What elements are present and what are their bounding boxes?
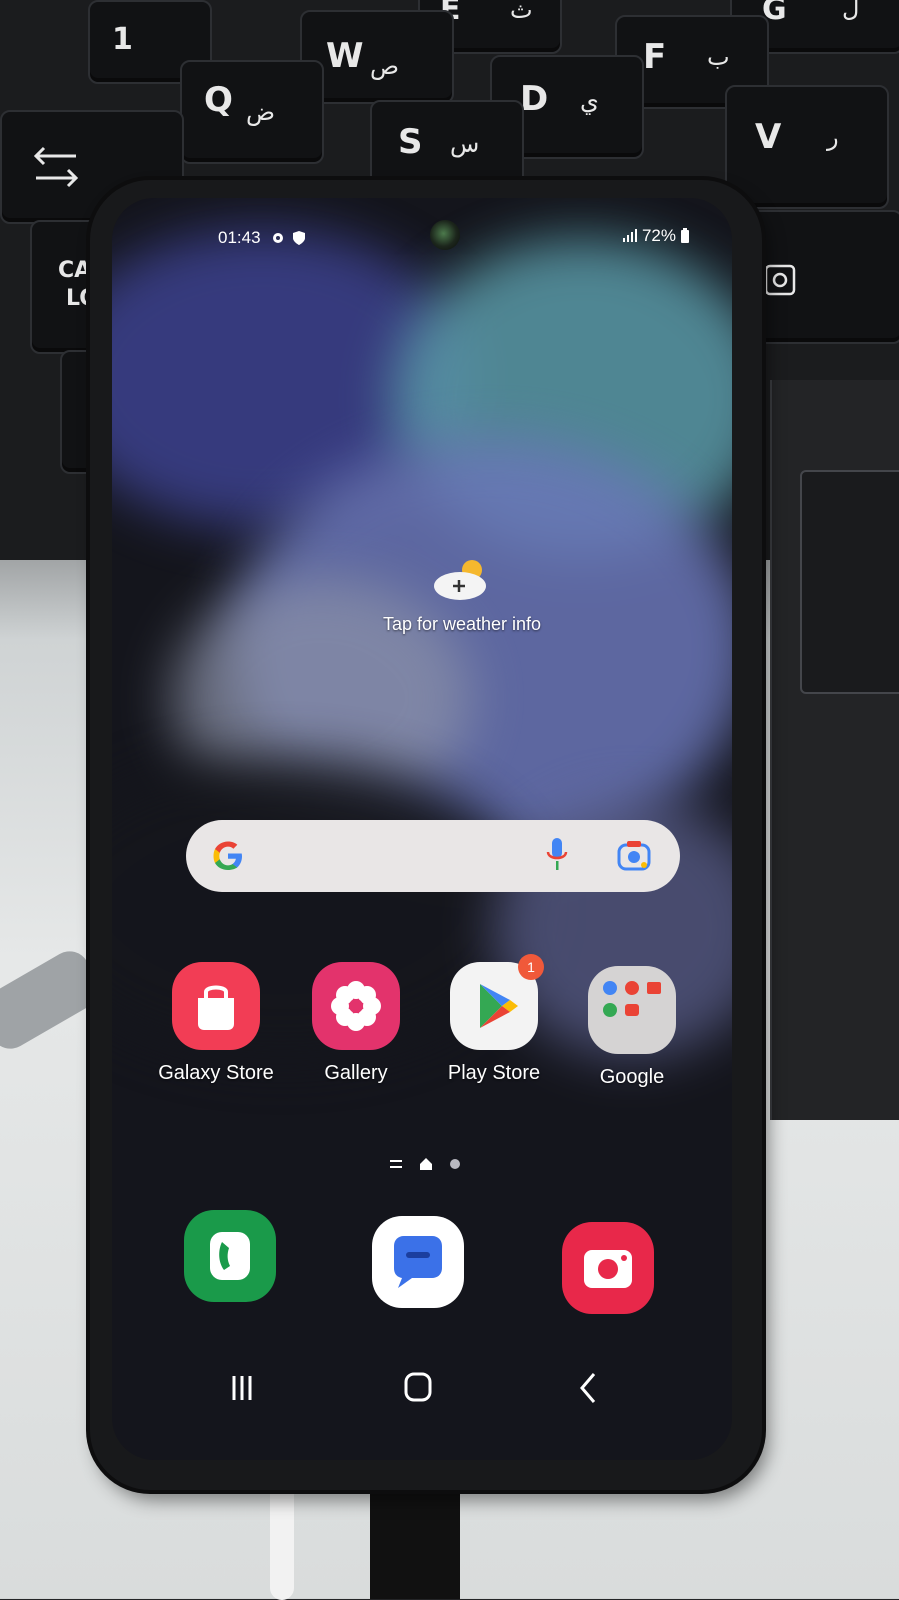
battery-percent: 72% xyxy=(641,226,676,245)
laptop-touchpad xyxy=(800,470,899,694)
gear-icon xyxy=(273,233,283,243)
keyboard-key-alt: ب xyxy=(707,43,730,71)
app-play-store[interactable]: 1 Play Store xyxy=(424,954,564,1085)
magnify-icon xyxy=(764,264,796,296)
keyboard-key-main: S xyxy=(398,122,423,162)
keyboard-key-alt: ي xyxy=(580,87,599,115)
keyboard-key-main: F xyxy=(643,37,667,77)
app-google-folder[interactable]: Google xyxy=(562,966,702,1089)
shopping-bag-icon xyxy=(172,962,260,1050)
front-camera xyxy=(430,220,460,250)
phone-icon xyxy=(210,1232,250,1280)
keyboard-key-alt: ل xyxy=(842,0,860,22)
keyboard-key-alt: ص xyxy=(370,52,400,80)
phone-screen: 01:43 72% Tap for weather info Galaxy St… xyxy=(112,198,732,1460)
message-bubble-icon xyxy=(394,1236,442,1288)
dock-phone-app[interactable] xyxy=(184,1210,276,1302)
status-bar: 01:43 72% xyxy=(112,220,732,254)
keyboard-key-q: Q ض xyxy=(180,60,324,164)
app-label: Gallery xyxy=(324,1062,388,1084)
status-right-group: 72% xyxy=(622,226,690,246)
app-label: Galaxy Store xyxy=(158,1062,274,1084)
keyboard-key-v: V ر xyxy=(725,85,889,209)
page-indicator xyxy=(380,1154,470,1174)
play-triangle-icon: 1 xyxy=(450,954,544,1050)
keyboard-key-magnify xyxy=(740,210,899,344)
google-search-bar[interactable] xyxy=(186,820,680,892)
tab-arrows-icon xyxy=(33,146,79,188)
app-gallery[interactable]: Gallery xyxy=(286,962,426,1085)
keyboard-key-alt: ث xyxy=(510,0,533,24)
dock-camera-app[interactable] xyxy=(562,1222,654,1314)
weather-text: Tap for weather info xyxy=(382,614,542,634)
cloud-sun-plus-icon xyxy=(434,560,486,600)
keyboard-key-main: D xyxy=(520,79,549,119)
signal-icon xyxy=(622,229,637,242)
shield-icon xyxy=(293,231,305,245)
home-icon[interactable] xyxy=(388,1368,448,1408)
home-page-icon xyxy=(420,1158,432,1170)
app-label: Play Store xyxy=(447,1062,541,1084)
recents-icon[interactable] xyxy=(212,1368,272,1408)
camera-icon xyxy=(584,1250,632,1288)
google-folder-icon xyxy=(588,966,676,1054)
lens-camera-icon[interactable] xyxy=(616,838,652,872)
status-time: 01:43 xyxy=(218,228,261,247)
keyboard-key-main: 1 xyxy=(112,22,133,57)
google-logo-icon xyxy=(213,841,242,870)
keyboard-key-main: W xyxy=(326,36,364,76)
flower-icon xyxy=(312,962,400,1050)
keyboard-key-alt: س xyxy=(450,130,480,158)
app-label: Google xyxy=(599,1066,665,1088)
microphone-icon[interactable] xyxy=(544,836,570,876)
keyboard-key-alt: ض xyxy=(246,98,276,126)
keyboard-key-main: V xyxy=(755,117,782,157)
weather-widget[interactable]: Tap for weather info xyxy=(342,558,582,635)
menu-lines-icon xyxy=(390,1160,402,1168)
page-dot-icon xyxy=(450,1159,460,1169)
app-galaxy-store[interactable]: Galaxy Store xyxy=(146,962,286,1085)
battery-icon xyxy=(681,228,689,243)
notification-badge: 1 xyxy=(518,954,544,980)
keyboard-key-alt: ر xyxy=(827,123,839,151)
keyboard-key-main: Q xyxy=(204,80,233,120)
back-icon[interactable] xyxy=(558,1368,618,1408)
dock-messages-app[interactable] xyxy=(372,1216,464,1308)
